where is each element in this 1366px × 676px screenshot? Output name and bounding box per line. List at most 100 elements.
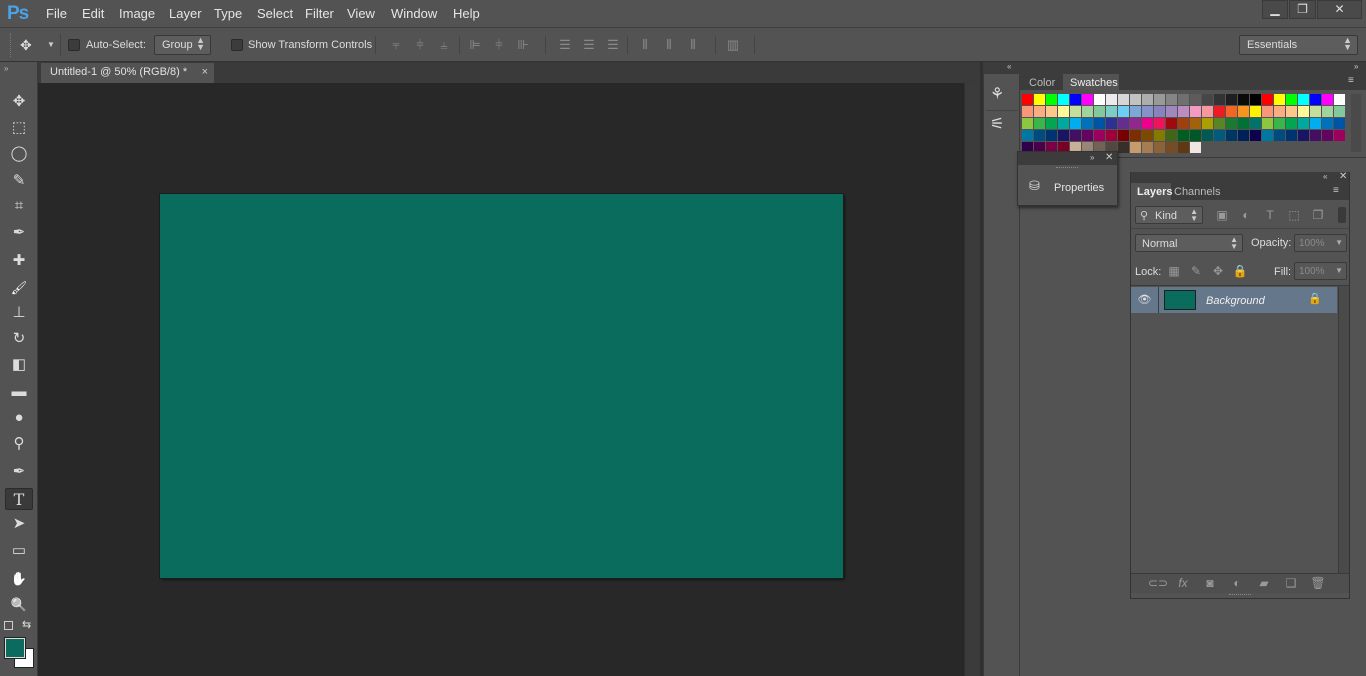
color-swatch[interactable] — [1334, 106, 1345, 117]
color-swatch[interactable] — [1034, 130, 1045, 141]
color-swatch[interactable] — [1286, 118, 1297, 129]
color-swatch[interactable] — [1166, 118, 1177, 129]
panel-menu-icon[interactable]: ≡ — [1333, 185, 1339, 196]
color-swatch[interactable] — [1298, 94, 1309, 105]
color-swatch[interactable] — [1334, 118, 1345, 129]
blur-tool[interactable]: ● — [5, 407, 33, 429]
color-swatch[interactable] — [1274, 94, 1285, 105]
tab-channels[interactable]: Channels — [1174, 186, 1220, 198]
document-tab[interactable]: Untitled-1 @ 50% (RGB/8) * × — [41, 63, 214, 83]
color-swatch[interactable] — [1166, 142, 1177, 153]
restore-button[interactable]: ❐ — [1289, 0, 1316, 19]
color-swatch[interactable] — [1106, 118, 1117, 129]
menu-view[interactable]: View — [347, 6, 375, 21]
color-swatch[interactable] — [1226, 118, 1237, 129]
document-canvas[interactable] — [160, 194, 843, 578]
rectangle-tool[interactable]: ▭ — [5, 540, 33, 562]
color-swatch[interactable] — [1118, 118, 1129, 129]
layers-scrollbar[interactable] — [1338, 286, 1349, 573]
color-swatch[interactable] — [1106, 94, 1117, 105]
color-swatch[interactable] — [1142, 94, 1153, 105]
close-panel-icon[interactable]: ✕ — [1339, 171, 1347, 182]
fill-input[interactable]: 100% ▼ — [1294, 262, 1347, 280]
new-group-icon[interactable]: ▰ — [1256, 575, 1272, 591]
color-swatch[interactable] — [1166, 94, 1177, 105]
align-right-edges-icon[interactable]: ⊪ — [515, 38, 531, 52]
color-swatch[interactable] — [1286, 94, 1297, 105]
history-brush-panel-icon[interactable]: ⚘ — [990, 86, 1004, 104]
filter-toggle-switch[interactable] — [1338, 207, 1346, 223]
distribute-bottom-edges-icon[interactable]: ☰ — [605, 38, 621, 52]
layer-name[interactable]: Background — [1206, 295, 1265, 307]
color-swatch[interactable] — [1022, 106, 1033, 117]
color-swatch[interactable] — [1058, 94, 1069, 105]
color-swatch[interactable] — [1250, 106, 1261, 117]
show-transform-controls-checkbox[interactable] — [231, 39, 243, 51]
color-swatch[interactable] — [1070, 118, 1081, 129]
expand-panel-icon[interactable]: » — [1090, 153, 1094, 162]
color-swatch[interactable] — [1214, 118, 1225, 129]
distribute-left-edges-icon[interactable]: ⦀ — [637, 38, 653, 52]
color-swatch[interactable] — [1082, 106, 1093, 117]
filter-type-icon[interactable]: T — [1262, 207, 1278, 223]
panel-menu-icon[interactable]: ≡ — [1348, 75, 1354, 86]
color-swatch[interactable] — [1190, 142, 1201, 153]
chevron-down-icon[interactable]: ▼ — [1335, 266, 1343, 275]
color-swatch[interactable] — [1094, 130, 1105, 141]
layer-style-icon[interactable]: fx — [1175, 575, 1191, 591]
color-swatch[interactable] — [1130, 118, 1141, 129]
color-swatch[interactable] — [1322, 118, 1333, 129]
color-swatch[interactable] — [1226, 94, 1237, 105]
lock-image-pixels-icon[interactable]: ✎ — [1188, 263, 1204, 279]
color-swatch[interactable] — [1130, 106, 1141, 117]
crop-tool[interactable]: ⌗ — [5, 195, 33, 217]
color-swatch[interactable] — [1070, 94, 1081, 105]
distribute-top-edges-icon[interactable]: ☰ — [557, 38, 573, 52]
opacity-input[interactable]: 100% ▼ — [1294, 234, 1347, 252]
color-swatch[interactable] — [1310, 118, 1321, 129]
align-left-edges-icon[interactable]: ⊫ — [467, 38, 483, 52]
properties-panel-title[interactable]: Properties — [1054, 182, 1104, 194]
rectangular-marquee-tool[interactable]: ⬚ — [5, 117, 33, 139]
color-swatch[interactable] — [1298, 130, 1309, 141]
color-swatch[interactable] — [1154, 130, 1165, 141]
color-swatch[interactable] — [1262, 130, 1273, 141]
lock-all-icon[interactable]: 🔒 — [1232, 263, 1248, 279]
color-swatch[interactable] — [1190, 118, 1201, 129]
color-swatch[interactable] — [1154, 118, 1165, 129]
color-swatch[interactable] — [1298, 106, 1309, 117]
menu-window[interactable]: Window — [391, 6, 437, 21]
color-swatch[interactable] — [1154, 106, 1165, 117]
color-swatch[interactable] — [1190, 130, 1201, 141]
color-swatch[interactable] — [1022, 130, 1033, 141]
new-adjustment-layer-icon[interactable]: ◐ — [1229, 575, 1245, 591]
color-swatch[interactable] — [1202, 94, 1213, 105]
color-swatch[interactable] — [1250, 94, 1261, 105]
color-swatch[interactable] — [1130, 94, 1141, 105]
color-swatch[interactable] — [1274, 130, 1285, 141]
color-swatch[interactable] — [1118, 130, 1129, 141]
color-swatch[interactable] — [1310, 106, 1321, 117]
menu-select[interactable]: Select — [257, 6, 293, 21]
color-swatch[interactable] — [1214, 94, 1225, 105]
color-swatch[interactable] — [1082, 130, 1093, 141]
eraser-tool[interactable]: ◧ — [5, 354, 33, 376]
color-swatch[interactable] — [1118, 142, 1129, 153]
color-swatch[interactable] — [1154, 94, 1165, 105]
color-swatch[interactable] — [1214, 106, 1225, 117]
color-swatch[interactable] — [1226, 106, 1237, 117]
color-swatch[interactable] — [1142, 142, 1153, 153]
align-bottom-edges-icon[interactable]: ⫨ — [436, 38, 452, 52]
color-swatch[interactable] — [1286, 130, 1297, 141]
color-swatch[interactable] — [1082, 94, 1093, 105]
color-swatch[interactable] — [1298, 118, 1309, 129]
color-swatch[interactable] — [1238, 130, 1249, 141]
blend-mode-dropdown[interactable]: Normal ▲ ▼ — [1135, 234, 1243, 252]
color-swatch[interactable] — [1118, 106, 1129, 117]
align-horizontal-centers-icon[interactable]: ⫩ — [491, 38, 507, 52]
color-swatch[interactable] — [1094, 106, 1105, 117]
color-swatch[interactable] — [1238, 94, 1249, 105]
color-swatch[interactable] — [1142, 106, 1153, 117]
color-swatch[interactable] — [1178, 118, 1189, 129]
adjustments-panel-icon[interactable]: ⚟ — [990, 116, 1004, 134]
